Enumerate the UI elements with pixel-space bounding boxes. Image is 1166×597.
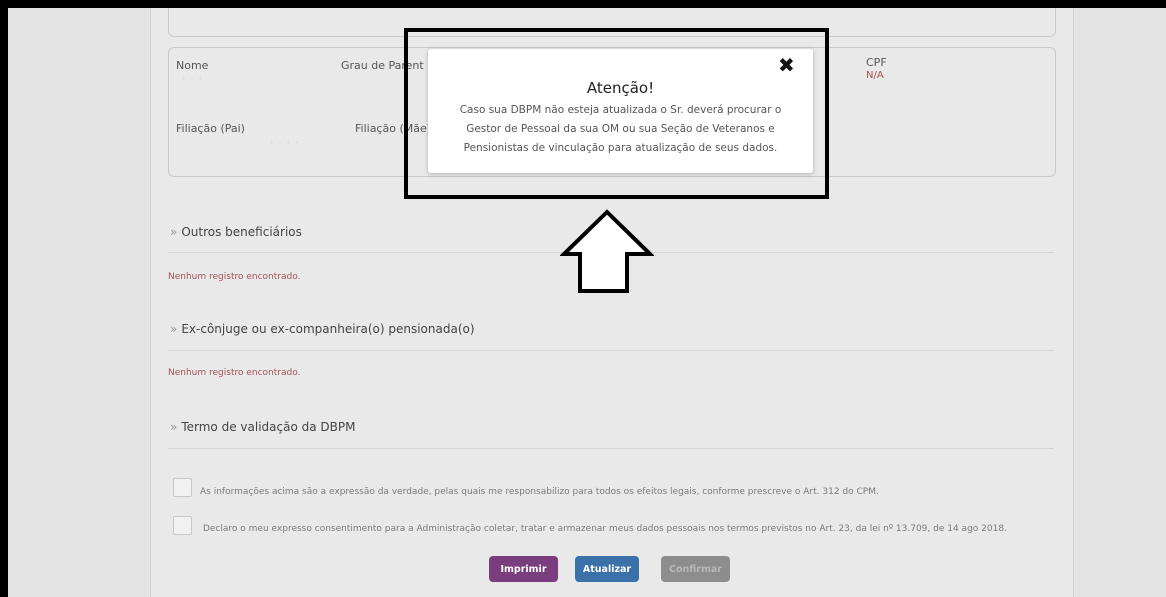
update-button[interactable]: Atualizar: [575, 556, 639, 582]
data-consent-checkbox[interactable]: [173, 516, 192, 535]
name-label: Nome: [176, 59, 209, 72]
section-title-text: Termo de validação da DBPM: [181, 420, 356, 434]
screenshot-frame-left: [0, 0, 8, 597]
up-arrow-icon: [560, 209, 654, 293]
confirm-button[interactable]: Confirmar: [661, 556, 730, 582]
cpf-value: N/A: [866, 70, 884, 81]
annotation-highlight-box: [404, 28, 829, 199]
screenshot-frame-top: [0, 0, 1166, 8]
name-value-redacted: · · ·: [182, 74, 203, 85]
section-divider: [168, 350, 1054, 351]
print-button[interactable]: Imprimir: [489, 556, 558, 582]
empty-message-ex-spouse: Nenhum registro encontrado.: [168, 368, 301, 378]
section-marker: »: [170, 322, 178, 336]
section-marker: »: [170, 420, 178, 434]
father-value-redacted: · · · ·: [270, 138, 300, 149]
section-title-other-beneficiaries: » Outros beneficiários: [170, 225, 302, 239]
data-consent-label: Declaro o meu expresso consentimento par…: [203, 524, 1007, 534]
section-marker: »: [170, 225, 178, 239]
section-divider: [168, 448, 1054, 449]
father-label: Filiação (Pai): [176, 122, 245, 135]
empty-message-other-beneficiaries: Nenhum registro encontrado.: [168, 272, 301, 282]
section-title-ex-spouse: » Ex-cônjuge ou ex-companheira(o) pension…: [170, 322, 475, 336]
section-title-text: Ex-cônjuge ou ex-companheira(o) pensiona…: [181, 322, 475, 336]
truth-declaration-label: As informações acima são a expressão da …: [200, 487, 879, 497]
section-title-text: Outros beneficiários: [181, 225, 302, 239]
section-title-validation: » Termo de validação da DBPM: [170, 420, 355, 434]
cpf-label: CPF: [866, 56, 887, 69]
truth-declaration-checkbox[interactable]: [173, 478, 192, 497]
